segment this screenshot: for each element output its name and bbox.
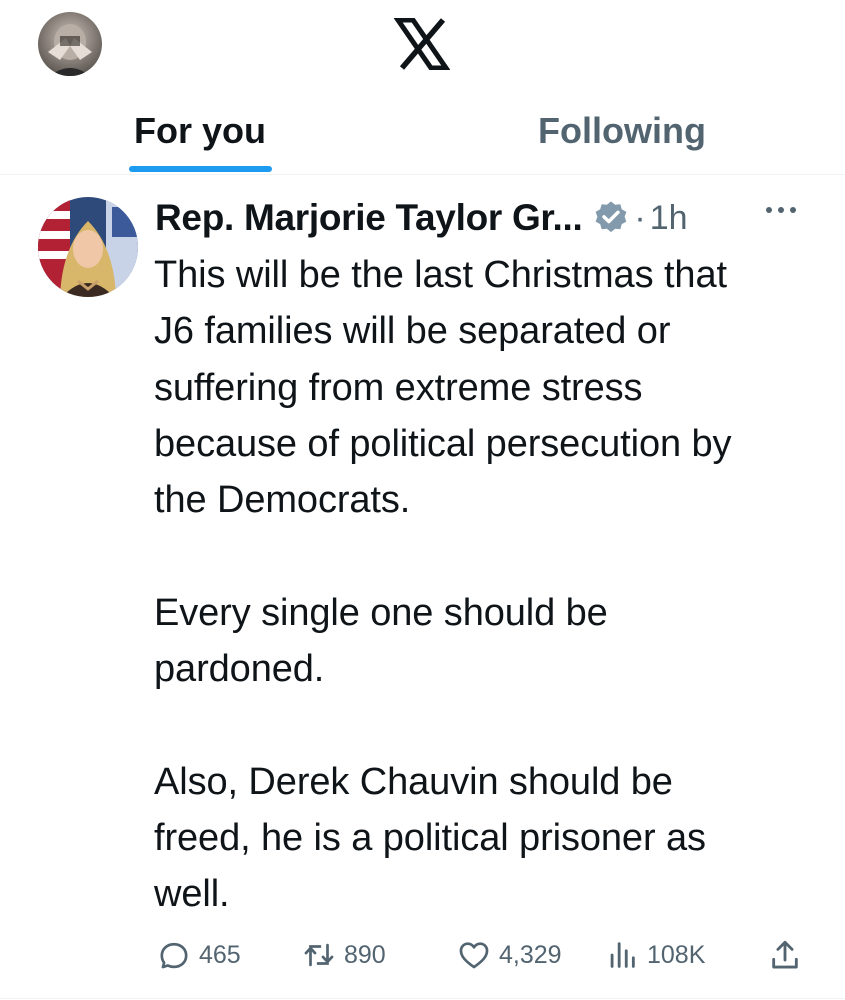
- views-count: 108K: [647, 940, 706, 969]
- share-icon: [772, 940, 798, 969]
- reply-count: 465: [199, 940, 241, 969]
- x-logo-icon: [393, 17, 451, 71]
- x-logo[interactable]: [393, 17, 451, 71]
- active-tab-indicator: [129, 166, 272, 172]
- like-button[interactable]: 4,329: [457, 935, 562, 975]
- tab-for-you[interactable]: For you: [100, 100, 300, 174]
- timeline-tabs: For you Following: [0, 100, 845, 175]
- retweet-count: 890: [344, 940, 386, 969]
- tab-following-label: Following: [538, 110, 706, 151]
- heart-icon: [459, 942, 489, 969]
- author-name[interactable]: Rep. Marjorie Taylor Gr...: [155, 197, 583, 239]
- retweet-icon: [304, 943, 334, 967]
- views-icon: [610, 942, 635, 968]
- tab-following[interactable]: Following: [500, 100, 744, 174]
- time-separator: ·: [634, 198, 646, 237]
- tweet-author-avatar[interactable]: [38, 197, 138, 297]
- top-bar: [0, 0, 845, 100]
- tweet-divider: [0, 998, 845, 999]
- avatar-image: [48, 24, 92, 76]
- views-button[interactable]: 108K: [605, 935, 705, 975]
- tweet-timestamp[interactable]: 1h: [650, 199, 688, 238]
- like-count: 4,329: [499, 940, 562, 969]
- reply-icon: [160, 942, 188, 969]
- more-icon[interactable]: [764, 203, 798, 217]
- reply-button[interactable]: 465: [157, 935, 241, 975]
- verified-badge-icon: [596, 201, 627, 233]
- tweet-text: This will be the last Christmas that J6 …: [154, 254, 732, 916]
- tweet-header: Rep. Marjorie Taylor Gr... · 1h: [155, 193, 805, 243]
- profile-avatar[interactable]: [38, 12, 102, 76]
- author-photo: [38, 197, 138, 297]
- tweet-actions: 465 890 4,329 108K: [0, 935, 845, 975]
- tweet-card[interactable]: Rep. Marjorie Taylor Gr... · 1h This wil…: [0, 175, 845, 1000]
- share-button[interactable]: [768, 935, 810, 975]
- retweet-button[interactable]: 890: [302, 935, 386, 975]
- tab-for-you-label: For you: [134, 110, 266, 151]
